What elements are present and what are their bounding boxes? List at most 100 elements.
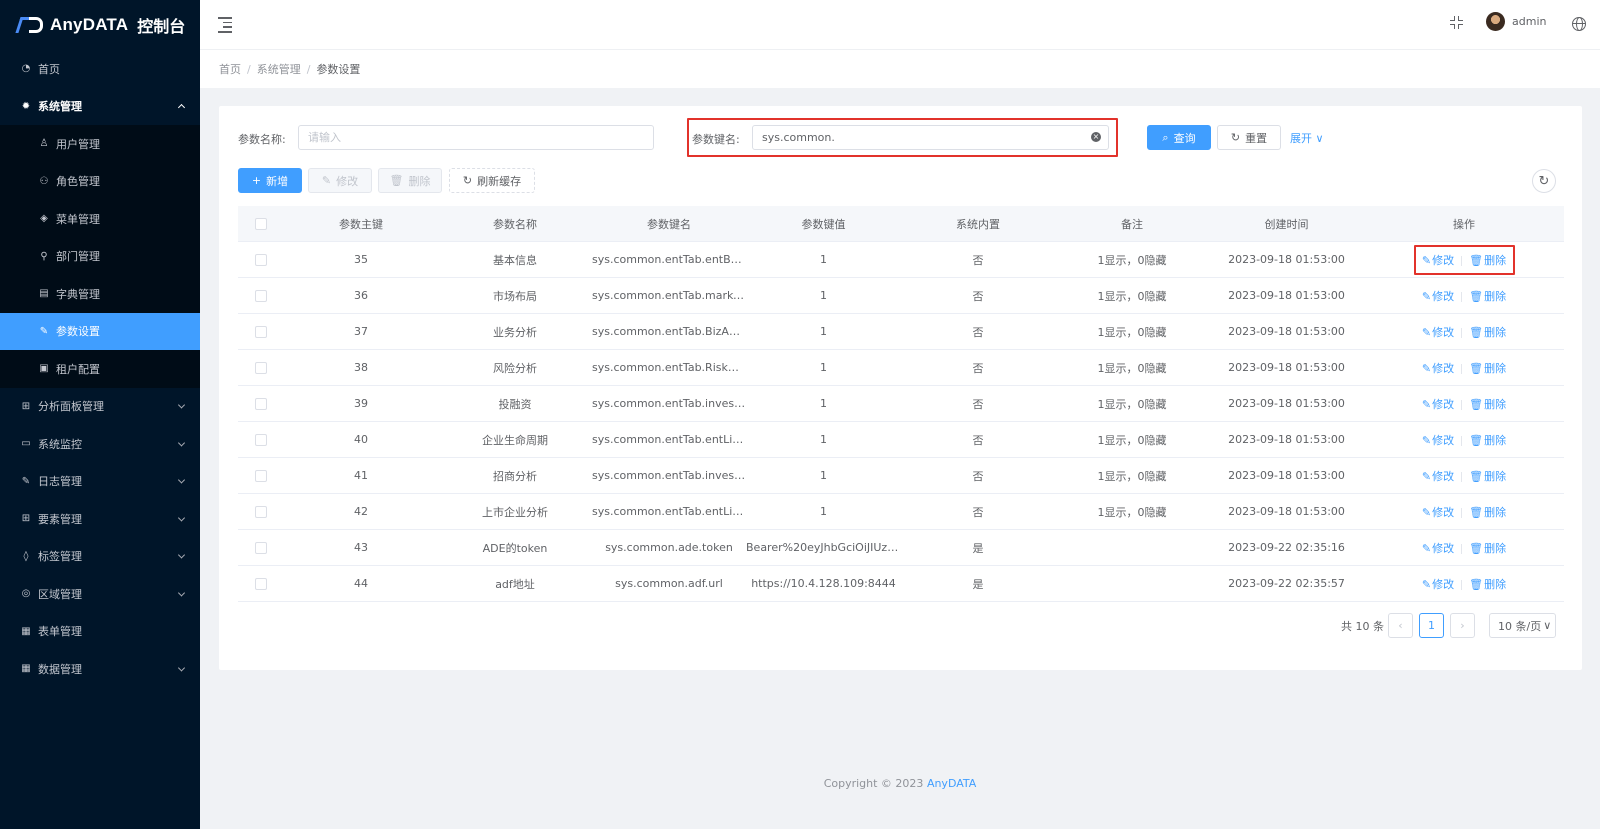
row-edit-link[interactable]: ✎修改 bbox=[1422, 578, 1454, 591]
row-checkbox[interactable] bbox=[255, 325, 267, 338]
cell-name: 企业生命周期 bbox=[482, 433, 548, 447]
row-edit-link[interactable]: ✎修改 bbox=[1422, 434, 1454, 447]
reset-button[interactable]: ↻ 重置 bbox=[1217, 125, 1281, 150]
edit-button[interactable]: ✎ 修改 bbox=[308, 168, 372, 193]
breadcrumb-home[interactable]: 首页 bbox=[219, 63, 241, 76]
username[interactable]: admin bbox=[1512, 15, 1546, 28]
fullscreen-icon[interactable] bbox=[1450, 16, 1463, 29]
sidebar-item-system[interactable]: ✹ 系统管理 bbox=[0, 88, 200, 126]
row-checkbox[interactable] bbox=[255, 253, 267, 266]
sidebar-item-tags[interactable]: ◊ 标签管理 bbox=[0, 538, 200, 576]
sidebar-item-monitor[interactable]: ▭ 系统监控 bbox=[0, 425, 200, 463]
column-header: 参数主键 bbox=[339, 217, 383, 231]
trash-icon: 🗑 bbox=[1469, 289, 1484, 303]
sidebar-item-users[interactable]: ♙ 用户管理 bbox=[0, 125, 200, 163]
row-checkbox[interactable] bbox=[255, 433, 267, 446]
page-size-select[interactable]: 10 条/页 ∨ bbox=[1489, 613, 1556, 638]
row-edit-link[interactable]: ✎修改 bbox=[1422, 470, 1454, 483]
chevron-down-icon bbox=[177, 439, 186, 447]
next-page-button[interactable]: › bbox=[1450, 613, 1475, 638]
cell-key: sys.common.entTab.invest... bbox=[592, 469, 746, 482]
sidebar-item-analysis-panel[interactable]: ⊞ 分析面板管理 bbox=[0, 388, 200, 426]
row-delete-link[interactable]: 🗑删除 bbox=[1469, 326, 1506, 339]
row-delete-link[interactable]: 🗑删除 bbox=[1469, 578, 1506, 591]
divider bbox=[1461, 507, 1463, 518]
cell-created: 2023-09-18 01:53:00 bbox=[1228, 433, 1345, 446]
cell-name: 上市企业分析 bbox=[482, 505, 548, 519]
collapse-menu-icon[interactable] bbox=[218, 17, 232, 33]
row-checkbox[interactable] bbox=[255, 397, 267, 410]
prev-page-button[interactable]: ‹ bbox=[1388, 613, 1413, 638]
page-number[interactable]: 1 bbox=[1419, 613, 1444, 638]
row-delete-link[interactable]: 🗑删除 bbox=[1469, 362, 1506, 375]
row-edit-link[interactable]: ✎修改 bbox=[1422, 290, 1454, 303]
row-checkbox[interactable] bbox=[255, 541, 267, 554]
param-key-input[interactable]: sys.common. × bbox=[752, 125, 1109, 150]
sidebar-item-regions[interactable]: ◎ 区域管理 bbox=[0, 575, 200, 613]
sidebar-item-elements[interactable]: ⊞ 要素管理 bbox=[0, 500, 200, 538]
cell-id: 40 bbox=[354, 433, 368, 446]
row-checkbox[interactable] bbox=[255, 289, 267, 302]
footer-brand-link[interactable]: AnyDATA bbox=[927, 777, 976, 790]
row-delete-link[interactable]: 🗑删除 bbox=[1469, 506, 1506, 519]
cell-remark: 1显示，0隐藏 bbox=[1097, 289, 1167, 303]
param-name-input[interactable]: 请输入 bbox=[298, 125, 654, 150]
sidebar-item-data[interactable]: ▦ 数据管理 bbox=[0, 650, 200, 688]
sidebar-item-label: 租户配置 bbox=[56, 362, 100, 376]
row-checkbox[interactable] bbox=[255, 505, 267, 518]
sidebar-item-params[interactable]: ✎ 参数设置 bbox=[0, 312, 200, 350]
cell-id: 35 bbox=[354, 253, 368, 266]
query-button[interactable]: ⌕ 查询 bbox=[1147, 125, 1211, 150]
row-delete-link[interactable]: 🗑删除 bbox=[1469, 542, 1506, 555]
row-actions: ✎修改 🗑删除 bbox=[1364, 504, 1564, 520]
cell-id: 41 bbox=[354, 469, 368, 482]
row-delete-link[interactable]: 🗑删除 bbox=[1469, 398, 1506, 411]
avatar[interactable] bbox=[1486, 12, 1505, 31]
row-edit-link[interactable]: ✎修改 bbox=[1422, 542, 1454, 555]
sidebar-item-logs[interactable]: ✎ 日志管理 bbox=[0, 463, 200, 501]
row-checkbox[interactable] bbox=[255, 577, 267, 590]
edit-icon: ✎ bbox=[1421, 397, 1432, 411]
row-delete-link[interactable]: 🗑删除 bbox=[1469, 470, 1506, 483]
top-header: admin bbox=[200, 0, 1600, 50]
sidebar-item-departments[interactable]: ⚲ 部门管理 bbox=[0, 238, 200, 276]
clear-icon[interactable]: × bbox=[1091, 132, 1101, 142]
expand-toggle[interactable]: 展开 ∨ bbox=[1290, 130, 1324, 146]
sidebar-item-home[interactable]: ◔ 首页 bbox=[0, 50, 200, 88]
cell-created: 2023-09-22 02:35:57 bbox=[1228, 577, 1345, 590]
delete-button[interactable]: 🗑 删除 bbox=[378, 168, 442, 193]
row-edit-link[interactable]: ✎修改 bbox=[1422, 398, 1454, 411]
sidebar-item-dictionary[interactable]: ▤ 字典管理 bbox=[0, 275, 200, 313]
row-edit-link[interactable]: ✎修改 bbox=[1422, 326, 1454, 339]
table-icon: ▦ bbox=[21, 663, 31, 675]
table-row: 39 投融资 sys.common.entTab.investFi... 1 否 1显示，… bbox=[238, 386, 1564, 422]
cell-key: sys.common.entTab.market... bbox=[592, 289, 746, 302]
sidebar-item-forms[interactable]: ▦ 表单管理 bbox=[0, 613, 200, 651]
trash-icon: 🗑 bbox=[1469, 505, 1484, 519]
row-delete-link[interactable]: 🗑删除 bbox=[1469, 434, 1506, 447]
sidebar-item-tenant[interactable]: ▣ 租户配置 bbox=[0, 350, 200, 388]
globe-icon[interactable] bbox=[1572, 17, 1586, 31]
row-checkbox[interactable] bbox=[255, 361, 267, 374]
app-logo[interactable]: AnyDATA 控制台 bbox=[0, 0, 200, 50]
row-edit-link[interactable]: ✎修改 bbox=[1422, 362, 1454, 375]
params-table: 参数主键 参数名称 参数键名 参数键值 系统内置 备注 创建时间 操作 35 基本… bbox=[238, 206, 1564, 602]
sidebar-item-label: 菜单管理 bbox=[56, 212, 100, 226]
add-button[interactable]: + 新增 bbox=[238, 168, 302, 193]
trash-icon: 🗑 bbox=[1469, 541, 1484, 555]
select-all-checkbox[interactable] bbox=[255, 217, 267, 230]
sidebar-item-roles[interactable]: ⚇ 角色管理 bbox=[0, 163, 200, 201]
reload-icon[interactable]: ↻ bbox=[1532, 169, 1556, 193]
param-key-value: sys.common. bbox=[762, 131, 835, 144]
edit-icon: ✎ bbox=[1421, 325, 1432, 339]
row-delete-link[interactable]: 🗑删除 bbox=[1469, 290, 1506, 303]
cell-created: 2023-09-18 01:53:00 bbox=[1228, 361, 1345, 374]
row-checkbox[interactable] bbox=[255, 469, 267, 482]
refresh-cache-button[interactable]: ↻ 刷新缓存 bbox=[449, 168, 535, 193]
cell-remark: 1显示，0隐藏 bbox=[1097, 433, 1167, 447]
breadcrumb-section[interactable]: 系统管理 bbox=[257, 63, 301, 76]
brand-name: AnyDATA bbox=[50, 15, 129, 34]
sidebar-item-menus[interactable]: ◈ 菜单管理 bbox=[0, 200, 200, 238]
refresh-icon: ↻ bbox=[1230, 131, 1241, 144]
row-edit-link[interactable]: ✎修改 bbox=[1422, 506, 1454, 519]
